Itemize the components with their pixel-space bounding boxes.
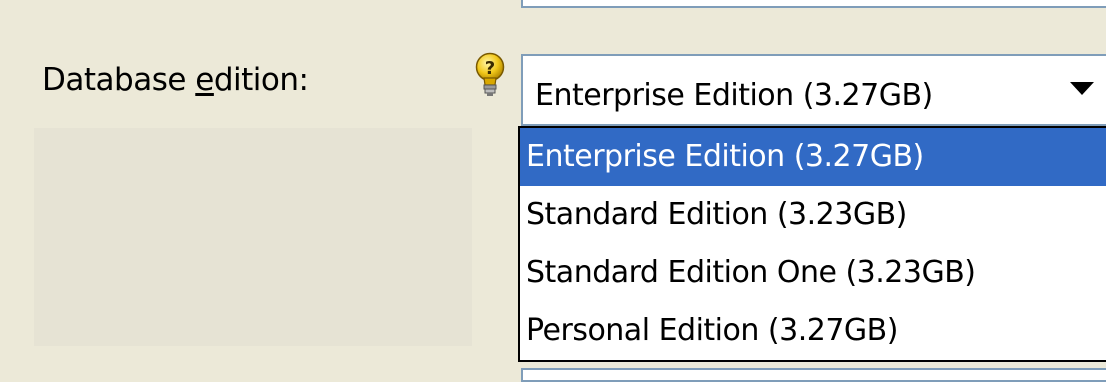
edition-dropdown-list[interactable]: Enterprise Edition (3.27GB) Standard Edit… — [518, 126, 1106, 362]
database-edition-combo[interactable]: Enterprise Edition (3.27GB) — [521, 54, 1106, 126]
dropdown-option[interactable]: Enterprise Edition (3.27GB) — [520, 128, 1106, 186]
database-edition-label: Database edition: — [42, 62, 309, 98]
dropdown-option[interactable]: Personal Edition (3.27GB) — [520, 302, 1106, 360]
question-bulb-icon-graphic: ? — [475, 52, 505, 96]
field-below[interactable] — [521, 368, 1106, 382]
field-above[interactable] — [521, 0, 1106, 8]
svg-text:?: ? — [485, 58, 495, 79]
dropdown-arrow-icon[interactable] — [1070, 82, 1094, 95]
combo-selected-value: Enterprise Edition (3.27GB) — [535, 78, 933, 113]
dropdown-option[interactable]: Standard Edition (3.23GB) — [520, 186, 1106, 244]
question-bulb-icon[interactable]: ? — [474, 52, 506, 102]
label-mnemonic: e — [195, 62, 214, 98]
description-panel — [34, 128, 472, 346]
dropdown-option[interactable]: Standard Edition One (3.23GB) — [520, 244, 1106, 302]
label-suffix: dition: — [213, 62, 309, 98]
label-prefix: Database — [42, 62, 196, 98]
